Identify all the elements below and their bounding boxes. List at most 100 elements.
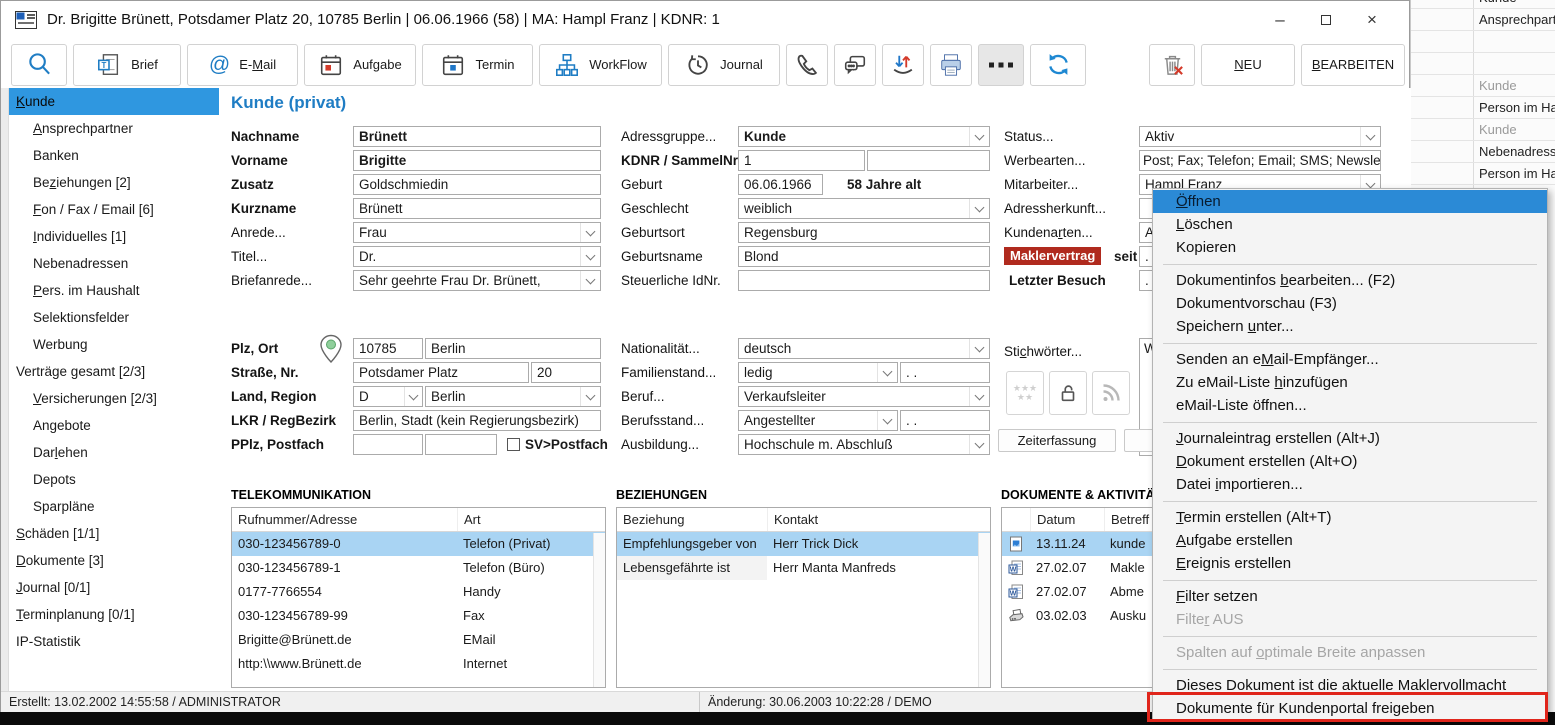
sidebar-item[interactable]: Angebote: [9, 412, 219, 439]
minimize-button[interactable]: –: [1257, 5, 1303, 35]
familienstand-select[interactable]: ledig: [738, 362, 898, 383]
menu-item[interactable]: Filter setzen: [1153, 585, 1547, 608]
menu-item[interactable]: eMail-Liste öffnen...: [1153, 394, 1547, 417]
refresh-button[interactable]: [1030, 44, 1086, 86]
vorname-input[interactable]: Brigitte: [353, 150, 601, 171]
menu-item[interactable]: Kopieren: [1153, 236, 1547, 259]
background-list-row[interactable]: [1411, 53, 1555, 75]
sidebar-item[interactable]: Versicherungen [2/3]: [9, 385, 219, 412]
menu-item[interactable]: Dokument erstellen (Alt+O): [1153, 450, 1547, 473]
background-list-row[interactable]: Person im Ha: [1411, 97, 1555, 119]
background-list-row[interactable]: Kunde: [1411, 75, 1555, 97]
familienstand-datum-input[interactable]: . .: [900, 362, 990, 383]
zeiterfassung-button[interactable]: Zeiterfassung: [998, 429, 1116, 452]
adressgruppe-select[interactable]: Kunde: [738, 126, 990, 147]
sidebar-item[interactable]: Terminplanung [0/1]: [9, 601, 219, 628]
chevron-down-icon[interactable]: [580, 223, 600, 242]
aufgabe-button[interactable]: Aufgabe: [304, 44, 416, 86]
journal-button[interactable]: Journal: [668, 44, 780, 86]
sidebar-item[interactable]: Depots: [9, 466, 219, 493]
plz-input[interactable]: 10785: [353, 338, 423, 359]
geburt-input[interactable]: 06.06.1966: [738, 174, 823, 195]
sidebar-item[interactable]: Verträge gesamt [2/3]: [9, 358, 219, 385]
sidebar-item[interactable]: Darlehen: [9, 439, 219, 466]
neu-button[interactable]: NEU: [1201, 44, 1295, 86]
chevron-down-icon[interactable]: [404, 387, 422, 406]
column-header[interactable]: [1002, 508, 1030, 531]
menu-item[interactable]: Dokumentinfos bearbeiten... (F2): [1153, 269, 1547, 292]
land-select[interactable]: D: [353, 386, 423, 407]
sidebar-item[interactable]: Kunde: [9, 88, 219, 115]
close-button[interactable]: ×: [1349, 5, 1395, 35]
search-button[interactable]: [11, 44, 67, 86]
more-options-button[interactable]: [978, 44, 1024, 86]
kdnr-input[interactable]: 1: [738, 150, 865, 171]
sidebar-item[interactable]: Banken: [9, 142, 219, 169]
table-row[interactable]: http:\\www.Brünett.deInternet: [232, 652, 605, 676]
anrede-select[interactable]: Frau: [353, 222, 601, 243]
table-row[interactable]: 030-123456789-1Telefon (Büro): [232, 556, 605, 580]
background-list-row[interactable]: [1411, 31, 1555, 53]
sv-postfach-checkbox[interactable]: [507, 438, 520, 451]
menu-item[interactable]: Datei importieren...: [1153, 473, 1547, 496]
bearbeiten-button[interactable]: BEARBEITEN: [1301, 44, 1405, 86]
rating-stars-button[interactable]: ★★★★★: [1006, 371, 1044, 415]
chevron-down-icon[interactable]: [1360, 127, 1380, 146]
sidebar-item[interactable]: Individuelles [1]: [9, 223, 219, 250]
menu-item[interactable]: Termin erstellen (Alt+T): [1153, 506, 1547, 529]
sidebar-item[interactable]: Sparpläne: [9, 493, 219, 520]
ausbildung-select[interactable]: Hochschule m. Abschluß: [738, 434, 990, 455]
table-scrollbar[interactable]: [978, 533, 990, 687]
brief-button[interactable]: T Brief: [73, 44, 181, 86]
werbearten-input[interactable]: Post; Fax; Telefon; Email; SMS; Newslett…: [1139, 150, 1381, 171]
berufsstand-select[interactable]: Angestellter: [738, 410, 898, 431]
chevron-down-icon[interactable]: [969, 435, 989, 454]
chevron-down-icon[interactable]: [877, 411, 897, 430]
menu-item[interactable]: Öffnen: [1153, 190, 1547, 213]
menu-item[interactable]: Ereignis erstellen: [1153, 552, 1547, 575]
strasse-input[interactable]: Potsdamer Platz: [353, 362, 529, 383]
nationalitaet-select[interactable]: deutsch: [738, 338, 990, 359]
sidebar-item[interactable]: Fon / Fax / Email [6]: [9, 196, 219, 223]
sidebar-scrollbar[interactable]: [1, 88, 9, 691]
sammelnr-input[interactable]: [867, 150, 990, 171]
column-header[interactable]: Kontakt: [767, 508, 979, 531]
column-header[interactable]: Datum: [1030, 508, 1104, 531]
nachname-input[interactable]: Brünett: [353, 126, 601, 147]
menu-item[interactable]: Dokumentvorschau (F3): [1153, 292, 1547, 315]
lock-button[interactable]: [1049, 371, 1087, 415]
sms-chat-button[interactable]: [834, 44, 876, 86]
table-row[interactable]: Empfehlungsgeber vonHerr Trick Dick: [617, 532, 990, 556]
geschlecht-select[interactable]: weiblich: [738, 198, 990, 219]
sidebar-item[interactable]: Selektionsfelder: [9, 304, 219, 331]
sidebar-item[interactable]: Werbung: [9, 331, 219, 358]
region-select[interactable]: Berlin: [425, 386, 601, 407]
background-list-row[interactable]: Ansprechpart: [1411, 9, 1555, 31]
menu-item[interactable]: Speichern unter...: [1153, 315, 1547, 338]
table-row[interactable]: 0177-7766554Handy: [232, 580, 605, 604]
beruf-select[interactable]: Verkaufsleiter: [738, 386, 990, 407]
sidebar-item[interactable]: Dokumente [3]: [9, 547, 219, 574]
chevron-down-icon[interactable]: [969, 199, 989, 218]
zusatz-input[interactable]: Goldschmiedin: [353, 174, 601, 195]
background-list-row[interactable]: Person im Ha: [1411, 163, 1555, 185]
sidebar-item[interactable]: Beziehungen [2]: [9, 169, 219, 196]
postfach-input[interactable]: [425, 434, 497, 455]
berufsstand-datum-input[interactable]: . .: [900, 410, 990, 431]
table-row[interactable]: 030-123456789-99Fax: [232, 604, 605, 628]
sidebar-item[interactable]: IP-Statistik: [9, 628, 219, 655]
import-export-button[interactable]: [882, 44, 924, 86]
sidebar-item[interactable]: Ansprechpartner: [9, 115, 219, 142]
print-button[interactable]: [930, 44, 972, 86]
briefanrede-select[interactable]: Sehr geehrte Frau Dr. Brünett,: [353, 270, 601, 291]
table-row[interactable]: Lebensgefährte istHerr Manta Manfreds: [617, 556, 990, 580]
chevron-down-icon[interactable]: [969, 387, 989, 406]
menu-item[interactable]: Journaleintrag erstellen (Alt+J): [1153, 427, 1547, 450]
table-row[interactable]: Brigitte@Brünett.deEMail: [232, 628, 605, 652]
steuer-id-input[interactable]: [738, 270, 990, 291]
sidebar-item[interactable]: Pers. im Haushalt: [9, 277, 219, 304]
chevron-down-icon[interactable]: [969, 339, 989, 358]
sidebar-item[interactable]: Nebenadressen: [9, 250, 219, 277]
column-header[interactable]: Rufnummer/Adresse: [232, 508, 457, 531]
sidebar-item[interactable]: Schäden [1/1]: [9, 520, 219, 547]
